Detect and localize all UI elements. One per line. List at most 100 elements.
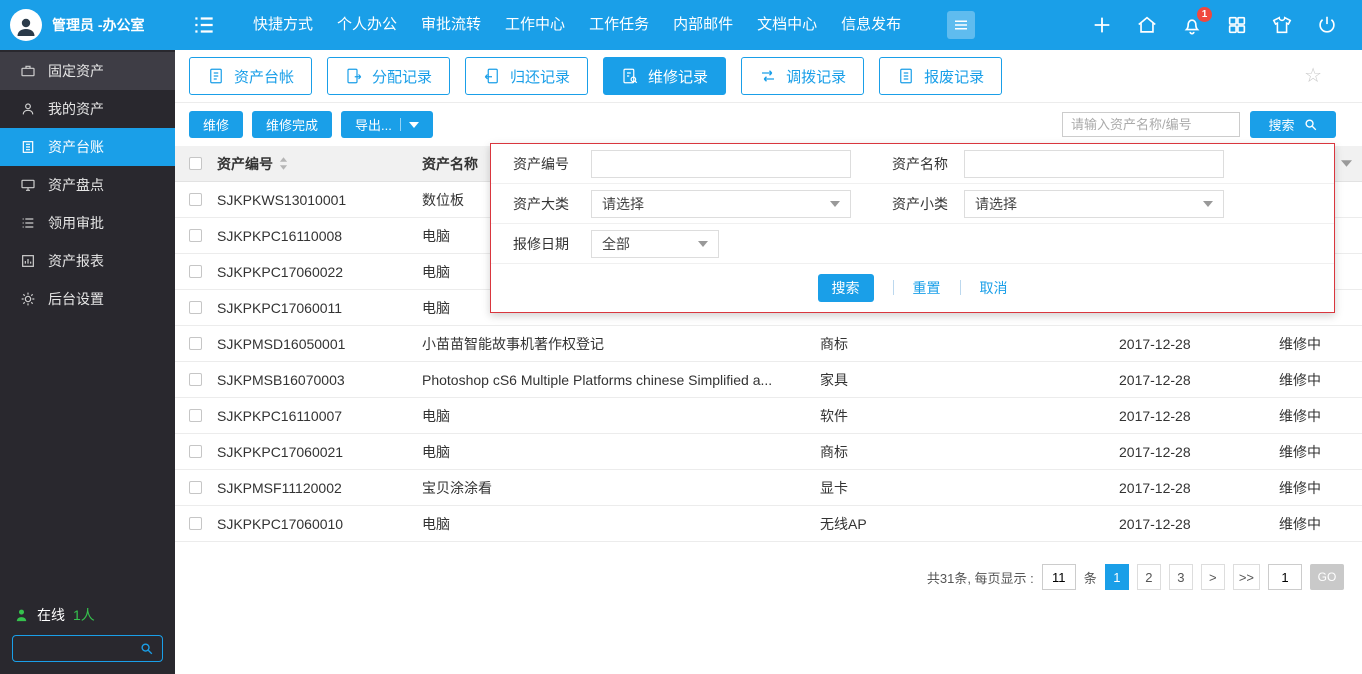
advanced-search-panel: 资产编号 资产名称 资产大类 请选择 资产小类 请选择 报修日期 全部 搜索 重… xyxy=(490,143,1335,313)
row-checkbox[interactable] xyxy=(189,337,202,350)
next-page-button[interactable]: > xyxy=(1200,564,1225,590)
transfer-arrows-icon xyxy=(762,70,775,82)
nav-item-info-publish[interactable]: 信息发布 xyxy=(829,0,913,50)
hamburger-icon xyxy=(952,16,970,34)
table-row: SJKPKPC17060010 电脑 无线AP 2017-12-28 维修中 xyxy=(175,506,1362,542)
tab-asset-ledger[interactable]: 资产台帐 xyxy=(189,57,313,95)
search-button[interactable]: 搜索 xyxy=(1250,111,1336,138)
cell-code: SJKPMSD16050001 xyxy=(217,335,346,352)
cell-category: 软件 xyxy=(820,407,848,424)
cell-status: 维修中 xyxy=(1279,407,1321,424)
cell-status: 维修中 xyxy=(1279,371,1321,388)
row-checkbox[interactable] xyxy=(189,229,202,242)
sidebar-item-asset-inventory[interactable]: 资产盘点 xyxy=(0,166,175,204)
sidebar-bottom: 在线 1人 xyxy=(0,605,175,662)
filter-asset-name-input[interactable] xyxy=(964,149,1224,178)
pagination-summary: 共31条, 每页显示 : xyxy=(926,570,1034,586)
row-checkbox[interactable] xyxy=(189,517,202,530)
asset-search-input[interactable] xyxy=(1062,112,1240,137)
more-menu-button[interactable] xyxy=(947,11,976,39)
nav-item-document-center[interactable]: 文档中心 xyxy=(745,0,829,50)
plus-icon[interactable] xyxy=(1091,14,1113,36)
row-checkbox[interactable] xyxy=(189,409,202,422)
cell-code: SJKPMSB16070003 xyxy=(217,371,345,388)
table-toolbar: 维修 维修完成 导出... 搜索 xyxy=(175,103,1362,146)
sidebar-item-my-assets[interactable]: 我的资产 xyxy=(0,90,175,128)
online-count: 1人 xyxy=(73,607,95,623)
scrap-doc-icon xyxy=(900,68,912,84)
page-button-2[interactable]: 2 xyxy=(1136,564,1161,590)
collapse-menu-icon[interactable] xyxy=(191,12,217,38)
cell-name: 电脑 xyxy=(422,515,450,532)
sidebar-item-requisition-approval[interactable]: 领用审批 xyxy=(0,204,175,242)
asset-code-label: 资产编号 xyxy=(513,155,569,172)
filter-reset-button[interactable]: 重置 xyxy=(913,278,941,298)
repair-date-label: 报修日期 xyxy=(513,235,569,252)
tab-scrap-records[interactable]: 报废记录 xyxy=(879,57,1003,95)
tab-allocation-records[interactable]: 分配记录 xyxy=(327,57,451,95)
nav-item-internal-mail[interactable]: 内部邮件 xyxy=(661,0,745,50)
sidebar-search-input[interactable] xyxy=(21,641,139,656)
sort-icon[interactable] xyxy=(279,157,288,170)
user-block[interactable]: 管理员 -办公室 xyxy=(0,9,175,41)
row-checkbox[interactable] xyxy=(189,265,202,278)
page-size-input[interactable] xyxy=(1041,564,1076,590)
filter-cancel-button[interactable]: 取消 xyxy=(980,278,1008,298)
power-logout-icon[interactable] xyxy=(1316,14,1338,36)
sidebar-item-asset-reports[interactable]: 资产报表 xyxy=(0,242,175,280)
monitor-icon xyxy=(20,177,36,193)
apps-grid-icon[interactable] xyxy=(1226,14,1248,36)
home-icon[interactable] xyxy=(1136,14,1158,36)
category-select-value: 请选择 xyxy=(602,195,644,212)
goto-page-input[interactable] xyxy=(1268,564,1302,590)
row-checkbox[interactable] xyxy=(189,445,202,458)
go-button[interactable]: GO xyxy=(1310,564,1344,590)
search-icon xyxy=(1304,119,1316,131)
cell-date: 2017-12-28 xyxy=(1119,371,1191,388)
sidebar-item-fixed-assets[interactable]: 固定资产 xyxy=(0,52,175,90)
online-user-icon xyxy=(14,608,29,623)
repair-done-button[interactable]: 维修完成 xyxy=(252,111,333,138)
nav-item-work-center[interactable]: 工作中心 xyxy=(493,0,577,50)
row-checkbox[interactable] xyxy=(189,373,202,386)
subcategory-select[interactable]: 请选择 xyxy=(964,189,1224,218)
filter-search-button[interactable]: 搜索 xyxy=(817,273,874,302)
row-checkbox[interactable] xyxy=(189,481,202,494)
ledger-icon xyxy=(20,139,36,155)
list-icon xyxy=(20,215,36,231)
nav-item-approval-flow[interactable]: 审批流转 xyxy=(409,0,493,50)
sidebar-search-box xyxy=(12,635,163,662)
row-checkbox[interactable] xyxy=(189,193,202,206)
nav-item-work-tasks[interactable]: 工作任务 xyxy=(577,0,661,50)
table-row: SJKPMSD16050001 小苗苗智能故事机著作权登记 商标 2017-12… xyxy=(175,326,1362,362)
tab-transfer-records[interactable]: 调拨记录 xyxy=(741,57,865,95)
cell-category: 无线AP xyxy=(820,515,867,532)
favorite-star-icon[interactable]: ☆ xyxy=(1304,66,1322,86)
page-button-3[interactable]: 3 xyxy=(1168,564,1193,590)
repair-button[interactable]: 维修 xyxy=(189,111,244,138)
category-select[interactable]: 请选择 xyxy=(591,189,851,218)
nav-item-personal-office[interactable]: 个人办公 xyxy=(325,0,409,50)
cell-name: 小苗苗智能故事机著作权登记 xyxy=(422,335,604,352)
sidebar-item-backend-settings[interactable]: 后台设置 xyxy=(0,280,175,318)
column-settings-caret-icon[interactable] xyxy=(1341,160,1352,167)
row-checkbox[interactable] xyxy=(189,301,202,314)
sidebar-item-label: 后台设置 xyxy=(48,291,104,307)
repair-date-select-value: 全部 xyxy=(602,235,630,252)
column-header-code[interactable]: 资产编号 xyxy=(217,154,273,174)
sidebar-item-asset-ledger[interactable]: 资产台账 xyxy=(0,128,175,166)
last-page-button[interactable]: >> xyxy=(1232,564,1260,590)
select-all-checkbox[interactable] xyxy=(189,157,202,170)
tab-repair-records[interactable]: 维修记录 xyxy=(603,57,727,95)
nav-item-shortcuts[interactable]: 快捷方式 xyxy=(241,0,325,50)
tab-return-records[interactable]: 归还记录 xyxy=(465,57,589,95)
tab-label: 报废记录 xyxy=(924,68,985,86)
filter-asset-code-input[interactable] xyxy=(591,149,851,178)
shirt-theme-icon[interactable] xyxy=(1271,14,1293,36)
tab-label: 资产台帐 xyxy=(234,68,295,86)
export-button[interactable]: 导出... xyxy=(341,111,433,138)
cell-code: SJKPMSF11120002 xyxy=(217,479,342,496)
repair-date-select[interactable]: 全部 xyxy=(591,229,719,258)
notifications-bell-icon[interactable]: 1 xyxy=(1181,7,1212,36)
page-button-1[interactable]: 1 xyxy=(1104,564,1129,590)
